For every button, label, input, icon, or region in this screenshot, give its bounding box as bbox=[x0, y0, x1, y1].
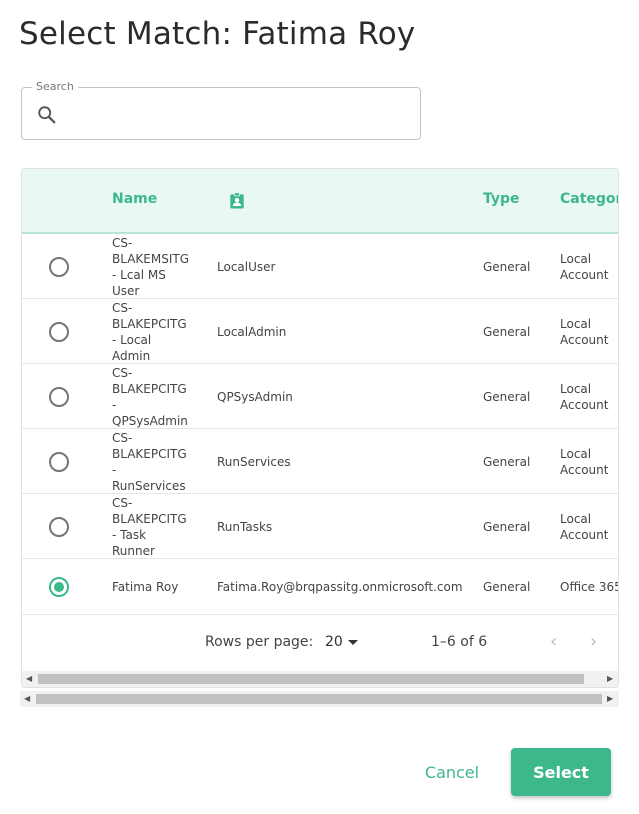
rows-per-page-select[interactable]: 20 bbox=[325, 634, 343, 650]
table-row[interactable]: CS-BLAKEPCITG - Local Admin LocalAdmin G… bbox=[22, 299, 618, 364]
scrollbar-thumb[interactable] bbox=[36, 694, 602, 704]
row-category: Local Account bbox=[560, 317, 609, 347]
row-name: CS-BLAKEPCITG - RunServices bbox=[112, 431, 187, 493]
row-login: LocalUser bbox=[217, 260, 276, 274]
row-type: General bbox=[483, 580, 531, 594]
rows-per-page-label: Rows per page: bbox=[205, 634, 314, 650]
row-name: CS-BLAKEPCITG - QPSysAdmin bbox=[112, 366, 188, 428]
pagination: Rows per page: 20 1–6 of 6 ‹ › bbox=[22, 615, 618, 671]
column-header-category[interactable]: Category bbox=[560, 191, 618, 207]
row-login: RunServices bbox=[217, 455, 291, 469]
select-button[interactable]: Select bbox=[511, 748, 611, 796]
search-label: Search bbox=[32, 80, 78, 93]
scroll-right-arrow-icon[interactable]: ▶ bbox=[607, 674, 613, 683]
row-name: CS-BLAKEMSITG - Lcal MS User bbox=[112, 236, 189, 298]
row-category: Local Account bbox=[560, 447, 609, 477]
dialog-title: Select Match: Fatima Roy bbox=[19, 16, 416, 52]
row-type: General bbox=[483, 520, 531, 534]
row-type: General bbox=[483, 390, 531, 404]
page-horizontal-scrollbar[interactable]: ◀ ▶ bbox=[20, 691, 619, 707]
cancel-button[interactable]: Cancel bbox=[414, 751, 490, 793]
column-header-type[interactable]: Type bbox=[483, 191, 520, 207]
row-login: RunTasks bbox=[217, 520, 273, 534]
table-row[interactable]: CS-BLAKEMSITG - Lcal MS User LocalUser G… bbox=[22, 234, 618, 299]
row-category: Local Account bbox=[560, 512, 609, 542]
search-icon bbox=[38, 106, 56, 124]
caret-down-icon[interactable] bbox=[348, 640, 358, 645]
chevron-right-icon[interactable]: › bbox=[590, 631, 606, 652]
row-radio[interactable] bbox=[49, 517, 69, 537]
matches-table: Name Type Category CS-BLAKEMSITG - Lcal … bbox=[21, 168, 619, 688]
row-login: Fatima.Roy@brqpassitg.onmicrosoft.com bbox=[217, 580, 463, 594]
row-radio[interactable] bbox=[49, 257, 69, 277]
search-field[interactable]: Search bbox=[21, 80, 421, 140]
column-header-name[interactable]: Name bbox=[112, 191, 157, 207]
row-radio[interactable] bbox=[49, 322, 69, 342]
scroll-left-arrow-icon[interactable]: ◀ bbox=[24, 694, 30, 703]
table-row[interactable]: CS-BLAKEPCITG - QPSysAdmin QPSysAdmin Ge… bbox=[22, 364, 618, 429]
table-row[interactable]: CS-BLAKEPCITG - Task Runner RunTasks Gen… bbox=[22, 494, 618, 559]
row-type: General bbox=[483, 260, 531, 274]
table-horizontal-scrollbar[interactable]: ◀ ▶ bbox=[22, 671, 618, 687]
row-radio[interactable] bbox=[49, 452, 69, 472]
row-radio[interactable] bbox=[49, 387, 69, 407]
chevron-left-icon[interactable]: ‹ bbox=[550, 631, 566, 652]
scroll-right-arrow-icon[interactable]: ▶ bbox=[607, 694, 613, 703]
row-name: CS-BLAKEPCITG - Local Admin bbox=[112, 301, 187, 363]
search-input[interactable] bbox=[70, 100, 410, 128]
row-login: QPSysAdmin bbox=[217, 390, 293, 404]
pagination-range: 1–6 of 6 bbox=[431, 634, 488, 650]
scroll-left-arrow-icon[interactable]: ◀ bbox=[26, 674, 32, 683]
row-category: Office 365 bbox=[560, 580, 619, 594]
row-name: Fatima Roy bbox=[112, 580, 179, 594]
row-type: General bbox=[483, 325, 531, 339]
row-type: General bbox=[483, 455, 531, 469]
row-category: Local Account bbox=[560, 252, 609, 282]
table-row[interactable]: CS-BLAKEPCITG - RunServices RunServices … bbox=[22, 429, 618, 494]
row-category: Local Account bbox=[560, 382, 609, 412]
table-header: Name Type Category bbox=[22, 169, 618, 234]
row-radio-selected[interactable] bbox=[49, 577, 69, 597]
row-login: LocalAdmin bbox=[217, 325, 287, 339]
row-name: CS-BLAKEPCITG - Task Runner bbox=[112, 496, 187, 558]
table-row[interactable]: Fatima Roy Fatima.Roy@brqpassitg.onmicro… bbox=[22, 559, 619, 615]
badge-icon[interactable] bbox=[227, 191, 247, 211]
scrollbar-thumb[interactable] bbox=[38, 674, 584, 684]
